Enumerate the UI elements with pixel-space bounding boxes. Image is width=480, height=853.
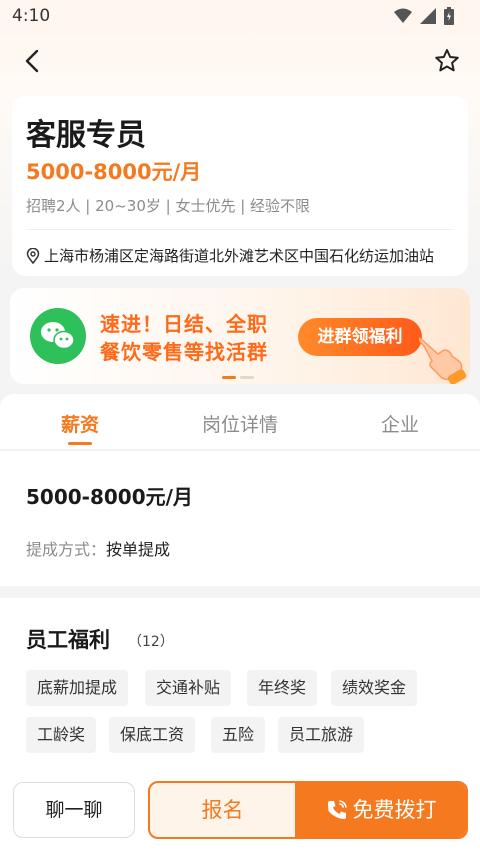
job-salary: 5000-8000元/月 (26, 160, 202, 184)
salary-section: 5000-8000元/月 提成方式：按单提成 (0, 451, 480, 586)
status-icons (394, 7, 454, 25)
status-bar: 4:10 (0, 0, 480, 32)
commission-value: 按单提成 (106, 540, 171, 559)
benefit-tag: 员工旅游 (278, 717, 365, 753)
benefit-tag: 五险 (211, 717, 266, 753)
apply-button[interactable]: 报名 (150, 783, 295, 837)
benefits-title: 员工福利 (26, 628, 110, 652)
back-button[interactable] (18, 46, 48, 76)
benefit-tag: 年终奖 (247, 670, 318, 706)
join-group-button[interactable]: 进群领福利 (298, 318, 422, 356)
star-icon (435, 49, 459, 72)
bottom-action-bar: 聊一聊 报名 免费拨打 (0, 768, 480, 853)
commission-row: 提成方式：按单提成 (26, 536, 170, 560)
favorite-button[interactable] (432, 46, 462, 76)
tab-active-indicator (68, 442, 92, 445)
free-call-label: 免费拨打 (352, 798, 437, 822)
chevron-left-icon (25, 49, 39, 73)
salary-amount: 5000-8000元/月 (26, 485, 193, 509)
phone-icon (327, 800, 347, 819)
banner-line-1: 速进！日结、全职 (100, 312, 268, 336)
benefit-tag: 保底工资 (109, 717, 196, 753)
battery-icon (444, 7, 454, 25)
job-requirements: 招聘2人 | 20~30岁 | 女士优先 | 经验不限 (26, 197, 311, 215)
commission-label: 提成方式： (26, 540, 107, 559)
wechat-icon (30, 308, 86, 364)
promo-banner[interactable]: 速进！日结、全职 餐饮零售等找活群 进群领福利 (10, 288, 470, 384)
pointing-hand-icon (414, 328, 470, 384)
job-address-text: 上海市杨浦区定海路街道北外滩艺术区中国石化纺运加油站 (44, 247, 435, 265)
benefit-tag: 工龄奖 (26, 717, 97, 753)
tab-company[interactable]: 企业 (320, 410, 480, 437)
benefits-section: 员工福利 （12） 底薪加提成 交通补贴 年终奖 绩效奖金 工龄奖 保底工资 五… (0, 598, 480, 768)
apply-call-group: 报名 免费拨打 (148, 781, 468, 839)
banner-text: 速进！日结、全职 餐饮零售等找活群 (100, 310, 268, 366)
benefit-tag: 底薪加提成 (26, 670, 129, 706)
benefits-count: （12） (128, 634, 174, 650)
divider (26, 229, 454, 230)
banner-line-2: 餐饮零售等找活群 (100, 340, 268, 364)
benefit-tag: 绩效奖金 (331, 670, 418, 706)
pagination-dot (240, 376, 254, 379)
tab-salary[interactable]: 薪资 (0, 410, 160, 437)
benefit-tag: 交通补贴 (145, 670, 232, 706)
job-card: 客服专员 5000-8000元/月 招聘2人 | 20~30岁 | 女士优先 |… (12, 96, 468, 276)
banner-pagination (222, 376, 254, 379)
free-call-button[interactable]: 免费拨打 (295, 783, 466, 837)
job-title: 客服专员 (26, 118, 146, 153)
chat-button[interactable]: 聊一聊 (13, 782, 135, 838)
job-address[interactable]: 上海市杨浦区定海路街道北外滩艺术区中国石化纺运加油站 (26, 245, 434, 266)
tab-job-details[interactable]: 岗位详情 (160, 410, 320, 437)
status-time: 4:10 (12, 6, 51, 26)
top-bar (0, 32, 480, 88)
location-pin-icon (26, 247, 40, 264)
wifi-icon (394, 8, 412, 23)
pagination-dot-active (222, 376, 236, 379)
signal-icon (420, 8, 436, 24)
tab-bar: 薪资 岗位详情 企业 (0, 394, 480, 450)
